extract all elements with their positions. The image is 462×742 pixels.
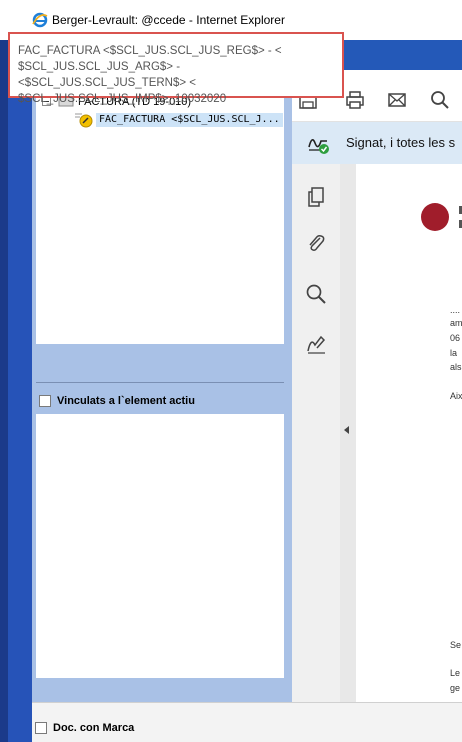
doc-text-fragment: Le: [450, 668, 461, 678]
doc-text-fragment: la: [450, 348, 458, 358]
tooltip-line: $SCL_JUS.SCL_JUS_ARG$> - <$SCL_JUS.SCL_J…: [18, 61, 197, 89]
linked-elements-list: [36, 414, 284, 678]
pdf-page: [356, 164, 462, 702]
doc-text-fragment: 06: [450, 333, 461, 343]
tooltip-line: FAC_FACTURA <$SCL_JUS.SCL_JUS_REG$> - <: [18, 45, 282, 57]
signature-valid-icon: [308, 139, 329, 154]
window-left-edge: [0, 40, 8, 742]
search-icon[interactable]: [305, 283, 327, 305]
window-title: Berger-Levrault: @ccede - Internet Explo…: [52, 13, 285, 27]
pages-icon[interactable]: [305, 186, 327, 208]
attachment-icon[interactable]: [305, 232, 327, 254]
tree-item-tooltip: FAC_FACTURA <$SCL_JUS.SCL_JUS_REG$> - < …: [8, 32, 344, 105]
search-icon[interactable]: [430, 90, 450, 110]
signature-status-text: Signat, i totes les s: [346, 135, 456, 150]
doc-text-fragment: als: [450, 362, 462, 372]
institution-seal-icon: [421, 203, 449, 231]
doc-con-marca-checkbox[interactable]: [35, 722, 47, 734]
tooltip-line: $SCL_JUS.SCL_JUS_IMP$>_10032020: [18, 93, 227, 105]
app-frame: [8, 40, 32, 742]
doc-text-fragment: Aix: [450, 391, 462, 401]
doc-text-fragment: ....: [450, 305, 461, 315]
doc-con-marca-label: Doc. con Marca: [53, 722, 135, 734]
linked-elements-label: Vinculats a l`element actiu: [57, 395, 195, 407]
document-edit-icon: [75, 113, 93, 128]
doc-text-fragment: am: [450, 318, 462, 328]
chevron-left-icon[interactable]: [344, 426, 349, 434]
internet-explorer-icon: [32, 12, 48, 28]
panel-splitter[interactable]: [36, 382, 284, 383]
print-icon[interactable]: [345, 90, 365, 110]
email-icon[interactable]: [387, 90, 407, 110]
linked-elements-checkbox[interactable]: [39, 395, 51, 407]
signature-icon[interactable]: [305, 333, 327, 355]
doc-text-fragment: ge: [450, 683, 461, 693]
doc-text-fragment: Se: [450, 640, 462, 650]
tree-item-fac-factura[interactable]: FAC_FACTURA <$SCL_JUS.SCL_J...: [96, 113, 283, 127]
